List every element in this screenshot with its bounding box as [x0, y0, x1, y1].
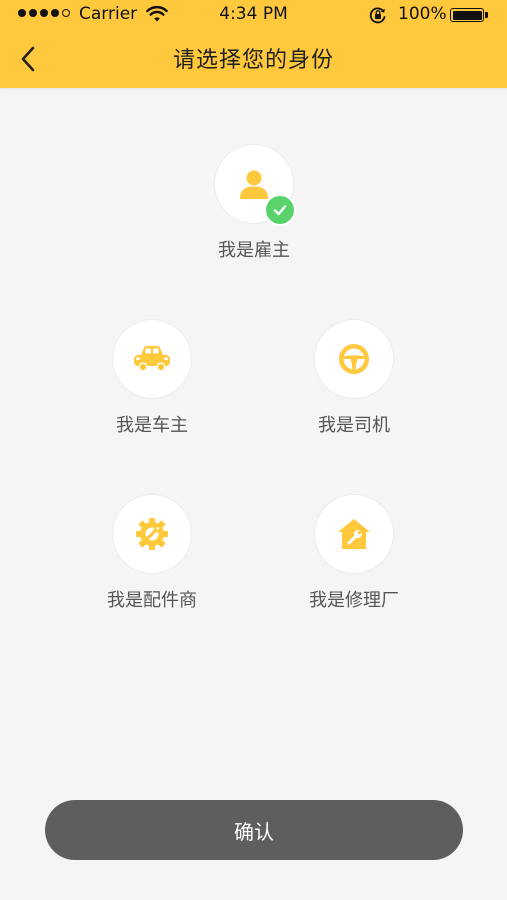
house-wrench-icon: [338, 519, 370, 549]
page-title: 请选择您的身份: [172, 48, 334, 73]
nav-bar: 请选择您的身份: [0, 30, 507, 88]
role-label-driver: 我是司机: [318, 415, 390, 436]
role-label-employer: 我是雇主: [218, 240, 290, 261]
confirm-button[interactable]: 确认: [45, 800, 463, 860]
battery-percentage: 100%: [398, 4, 447, 24]
steering-wheel-icon: [339, 344, 369, 374]
role-label-parts-dealer: 我是配件商: [107, 590, 197, 611]
car-icon: [134, 346, 170, 372]
role-label-repair-shop: 我是修理厂: [309, 590, 399, 611]
role-option-repair-shop[interactable]: 我是修理厂: [274, 494, 434, 634]
battery-icon: [450, 8, 484, 22]
role-option-driver[interactable]: 我是司机: [274, 319, 434, 459]
role-option-car-owner[interactable]: 我是车主: [72, 319, 232, 459]
role-option-parts-dealer[interactable]: 我是配件商: [72, 494, 232, 634]
selected-check-icon: [264, 194, 296, 226]
role-label-car-owner: 我是车主: [116, 415, 188, 436]
role-icon-circle: [314, 319, 394, 399]
role-option-employer[interactable]: 我是雇主: [174, 144, 334, 284]
role-icon-circle: [112, 319, 192, 399]
role-icon-circle: [314, 494, 394, 574]
status-bar: Carrier 4:34 PM 100%: [0, 0, 507, 30]
battery-cap: [485, 12, 488, 18]
gear-wrench-icon: [136, 518, 168, 550]
rotation-lock-icon: [369, 7, 386, 24]
role-icon-circle: [112, 494, 192, 574]
top-bar: Carrier 4:34 PM 100% 请选择您的身份: [0, 0, 507, 88]
person-icon: [240, 170, 268, 199]
